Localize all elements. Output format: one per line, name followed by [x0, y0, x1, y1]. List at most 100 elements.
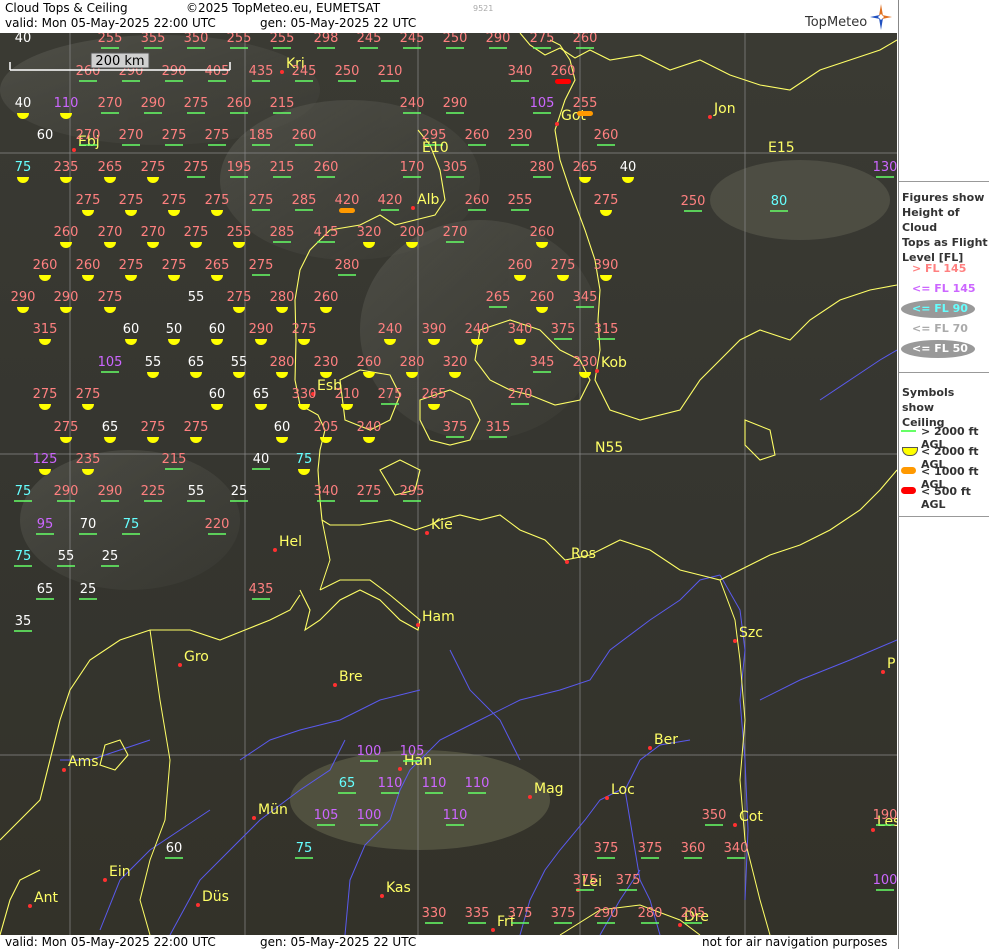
cloud-top-label: 420 — [378, 193, 403, 208]
cloud-top-label: 275 — [162, 193, 187, 208]
cloud-top-label: 275 — [551, 258, 576, 273]
cloud-top-label: 335 — [465, 906, 490, 921]
ceiling-low-marker — [363, 437, 375, 443]
ceiling-low-marker — [211, 404, 223, 410]
cloud-top-label: 125 — [33, 452, 58, 467]
cloud-top-label: 290 — [54, 484, 79, 499]
cloud-top-value: 230 — [508, 128, 532, 146]
city-name: Ros — [571, 546, 596, 562]
cloud-top-value: 275 — [76, 193, 100, 216]
level-legend-label: <= FL 70 — [912, 322, 968, 335]
grid-coordinate-label: E10 — [422, 140, 449, 156]
cloud-top-label: 55 — [188, 484, 205, 499]
cloud-top-label: 298 — [314, 33, 339, 46]
cloud-top-label: 70 — [80, 517, 97, 532]
cloud-top-value: 75 — [295, 841, 313, 859]
cloud-top-label: 290 — [98, 484, 123, 499]
city-dot-icon — [380, 894, 384, 898]
cloud-top-label: 265 — [98, 160, 123, 175]
city-marker: P — [881, 656, 895, 674]
cloud-top-value: 275 — [119, 193, 144, 216]
cloud-top-label: 275 — [227, 290, 252, 305]
city-name: Ein — [109, 864, 131, 880]
cloud-top-value: 215 — [270, 96, 295, 114]
ceiling-low-marker — [276, 437, 288, 443]
cloud-top-label: 375 — [616, 873, 641, 888]
cloud-top-label: 35 — [15, 614, 32, 629]
ceiling-low-marker — [147, 437, 159, 443]
cloud-top-label: 315 — [594, 322, 619, 337]
cloud-top-label: 280 — [270, 290, 295, 305]
city-marker: Ros — [565, 546, 596, 564]
level-legend-item: <= FL 70 — [899, 320, 989, 338]
cloud-top-label: 55 — [58, 549, 75, 564]
cloud-top-value: 75 — [14, 484, 32, 502]
cloud-top-value: 65 — [338, 776, 356, 794]
city-name: Düs — [202, 889, 229, 905]
cloud-top-value: 60 — [209, 322, 226, 345]
cloud-top-label: 260 — [551, 64, 576, 79]
cloud-top-label: 280 — [400, 355, 425, 370]
legend-divider — [899, 181, 989, 182]
cloud-top-label: 275 — [119, 193, 144, 208]
ceiling-low-marker — [39, 339, 51, 345]
satellite-map[interactable]: Kri Got Jon Ebj Alb Esb Kob Kie Ros Hel Ham Szc Gro B… — [0, 33, 897, 935]
cloud-top-value: 40 — [15, 33, 32, 46]
cloud-top-label: 215 — [270, 160, 295, 175]
cloud-top-label: 290 — [443, 96, 468, 111]
cloud-top-value: 260 — [292, 128, 316, 146]
cloud-top-value: 280 — [530, 160, 554, 178]
ceiling-low-marker — [276, 372, 288, 378]
cloud-top-label: 235 — [76, 452, 101, 467]
cloud-top-label: 95 — [37, 517, 54, 532]
cloud-top-label: 260 — [33, 258, 58, 273]
city-dot-icon — [733, 823, 737, 827]
ceiling-low-marker — [147, 242, 159, 248]
ceiling-low-marker — [190, 437, 202, 443]
cloud-top-label: 110 — [378, 776, 403, 791]
ceiling-low-marker — [125, 339, 137, 345]
cloud-top-value: 335 — [465, 906, 490, 924]
cloud-top-value: 290 — [54, 484, 79, 502]
cloud-top-label: 60 — [209, 322, 226, 337]
ceiling-low-marker — [298, 339, 310, 345]
cloud-top-label: 315 — [486, 420, 511, 435]
cloud-top-value: 290 — [486, 33, 510, 49]
cloud-top-label: 250 — [681, 194, 706, 209]
city-dot-icon — [196, 903, 200, 907]
cloud-top-value: 40 — [252, 452, 270, 470]
cloud-top-value: 265 — [486, 290, 510, 308]
cloud-top-value: 275 — [119, 258, 143, 281]
cloud-top-value: 435 — [249, 582, 273, 600]
cloud-top-value: 195 — [227, 160, 251, 178]
cloud-top-value: 70 — [79, 517, 97, 535]
cloud-top-label: 275 — [184, 225, 209, 240]
cloud-top-label: 260 — [227, 96, 252, 111]
cloud-top-value: 95 — [36, 517, 54, 535]
cloud-top-value: 275 — [184, 96, 208, 114]
cloud-top-value: 60 — [123, 322, 139, 345]
cloud-top-value: 260 — [594, 128, 618, 146]
cloud-top-label: 275 — [249, 258, 274, 273]
city-name: P — [887, 656, 895, 672]
cloud-top-label: 230 — [573, 355, 598, 370]
cloud-top-value: 55 — [187, 484, 205, 502]
city-marker: Mün — [252, 802, 288, 820]
cloud-top-label: 315 — [33, 322, 58, 337]
cloud-top-label: 170 — [400, 160, 425, 175]
cloud-top-label: 215 — [162, 452, 187, 467]
cloud-top-value: 375 — [551, 322, 575, 340]
cloud-top-label: 375 — [508, 906, 533, 921]
cloud-top-value: 25 — [79, 582, 97, 600]
cloud-top-value: 230 — [314, 355, 338, 378]
cloud-top-value: 280 — [270, 290, 295, 313]
figures-legend-title: Figures show Height of Cloud Tops as Fli… — [902, 190, 989, 265]
cloud-top-value: 405 — [205, 64, 229, 82]
cloud-top-label: 265 — [205, 258, 230, 273]
cloud-top-value: 210 — [378, 64, 402, 82]
cloud-top-label: 265 — [422, 387, 447, 402]
cloud-top-value: 170 — [400, 160, 425, 178]
city-name: Ber — [654, 732, 678, 748]
cloud-top-label: 215 — [270, 96, 295, 111]
cloud-top-label: 275 — [357, 484, 382, 499]
